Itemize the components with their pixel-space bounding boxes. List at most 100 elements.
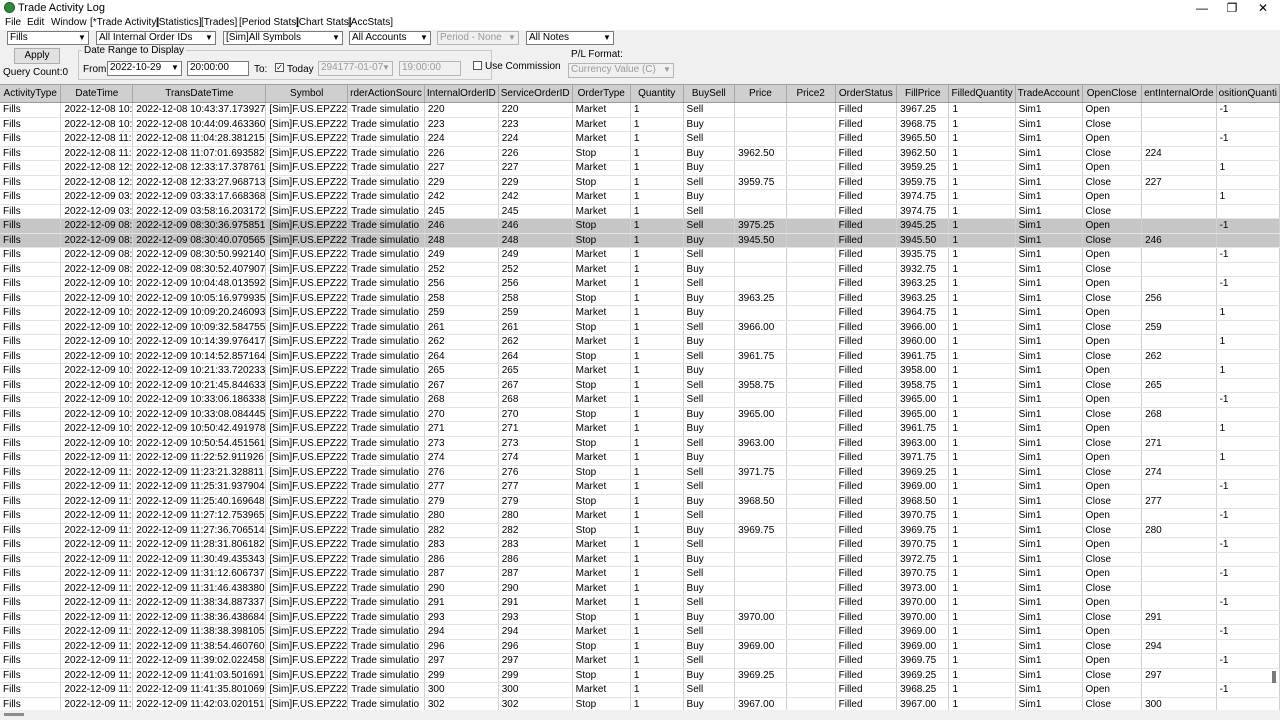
table-row[interactable]: Fills 2022-12-09 08: 2022-12-09 08:30:36.9…: [0, 218, 1280, 234]
column-header-filledquantity[interactable]: FilledQuantity: [948, 85, 1016, 103]
table-row[interactable]: Fills 2022-12-09 11: 2022-12-09 11:38:38.3…: [0, 624, 1280, 640]
table-row[interactable]: Fills 2022-12-09 11: 2022-12-09 11:27:36.7…: [0, 523, 1280, 538]
table-row[interactable]: Fills 2022-12-09 11: 2022-12-09 11:31:12.6…: [0, 566, 1280, 582]
column-header-activitytype[interactable]: ActivityType: [0, 85, 62, 103]
table-row[interactable]: Fills 2022-12-09 08: 2022-12-09 08:30:40.0…: [0, 233, 1280, 248]
column-header-orderstatus[interactable]: OrderStatus: [835, 85, 898, 103]
to-time-input[interactable]: 19:00:00: [399, 61, 461, 76]
table-row[interactable]: Fills 2022-12-08 12: 2022-12-08 12:33:27.9…: [0, 175, 1280, 190]
menu-window[interactable]: Window: [51, 17, 87, 28]
table-row[interactable]: Fills 2022-12-09 10: 2022-12-09 10:04:48.0…: [0, 276, 1280, 292]
table-row[interactable]: Fills 2022-12-09 11: 2022-12-09 11:39:02.0…: [0, 653, 1280, 669]
minimize-button[interactable]: —: [1187, 0, 1217, 16]
column-header-price[interactable]: Price: [734, 85, 787, 103]
column-header-parentinternalorderid[interactable]: entInternalOrde: [1141, 85, 1217, 103]
table-row[interactable]: Fills 2022-12-09 11: 2022-12-09 11:27:12.7…: [0, 508, 1280, 524]
menu-chart-stats[interactable]: [Chart Stats]: [296, 17, 352, 28]
table-row[interactable]: Fills 2022-12-09 10: 2022-12-09 10:14:52.8…: [0, 349, 1280, 364]
table-row[interactable]: Fills 2022-12-09 11: 2022-12-09 11:42:03.0…: [0, 697, 1280, 711]
table-row[interactable]: Fills 2022-12-08 11: 2022-12-08 11:07:01.6…: [0, 146, 1280, 161]
table-row[interactable]: Fills 2022-12-08 11: 2022-12-08 11:04:28.3…: [0, 131, 1280, 147]
table-row[interactable]: Fills 2022-12-09 11: 2022-12-09 11:38:54.4…: [0, 639, 1280, 654]
close-button[interactable]: ✕: [1248, 0, 1278, 16]
order-id-select[interactable]: All Internal Order IDs ▼: [96, 31, 216, 45]
table-row[interactable]: Fills 2022-12-09 11: 2022-12-09 11:38:34.8…: [0, 595, 1280, 611]
table-row[interactable]: Fills 2022-12-09 10: 2022-12-09 10:33:08.0…: [0, 407, 1280, 422]
column-header-fillprice[interactable]: FillPrice: [896, 85, 950, 103]
table-row[interactable]: Fills 2022-12-09 10: 2022-12-09 10:14:39.9…: [0, 334, 1280, 350]
apply-button[interactable]: Apply: [14, 48, 60, 64]
cell-quantity: 1: [630, 204, 684, 219]
horizontal-scrollbar-thumb[interactable]: [4, 713, 24, 716]
table-row[interactable]: Fills 2022-12-09 03: 2022-12-09 03:33:17.6…: [0, 189, 1280, 205]
column-header-transdatetime[interactable]: TransDateTime: [132, 85, 267, 103]
activity-type-select[interactable]: Fills ▼: [7, 31, 89, 45]
column-header-serviceorderid[interactable]: ServiceOrderID: [498, 85, 573, 103]
notes-select[interactable]: All Notes ▼: [526, 31, 614, 45]
column-header-ordertype[interactable]: OrderType: [572, 85, 631, 103]
cell-quantity: 1: [630, 262, 684, 277]
column-header-quantity[interactable]: Quantity: [630, 85, 684, 103]
cell-filledquantity: 1: [948, 552, 1016, 567]
menu-trade-activity[interactable]: [*Trade Activity]: [90, 17, 159, 28]
table-row[interactable]: Fills 2022-12-09 11: 2022-12-09 11:22:52.9…: [0, 450, 1280, 466]
from-date-input[interactable]: 2022-10-29 ▼: [107, 61, 182, 76]
period-select[interactable]: Period - None ▼: [437, 31, 519, 45]
cell-price2: [786, 117, 836, 132]
table-row[interactable]: Fills 2022-12-09 11: 2022-12-09 11:31:46.4…: [0, 581, 1280, 596]
column-header-tradeaccount[interactable]: TradeAccount: [1015, 85, 1083, 103]
table-row[interactable]: Fills 2022-12-09 11: 2022-12-09 11:25:31.9…: [0, 479, 1280, 495]
from-time-input[interactable]: 20:00:00: [187, 61, 249, 76]
table-row[interactable]: Fills 2022-12-09 11: 2022-12-09 11:41:03.5…: [0, 668, 1280, 683]
to-date-input[interactable]: 294177-01-07 ▼: [318, 61, 393, 76]
table-row[interactable]: Fills 2022-12-09 10: 2022-12-09 10:50:54.4…: [0, 436, 1280, 451]
table-row[interactable]: Fills 2022-12-09 11: 2022-12-09 11:28:31.8…: [0, 537, 1280, 553]
column-header-positionquantity[interactable]: ositionQuanti: [1216, 85, 1280, 103]
table-row[interactable]: Fills 2022-12-09 11: 2022-12-09 11:41:35.8…: [0, 682, 1280, 698]
table-row[interactable]: Fills 2022-12-08 10: 2022-12-08 10:44:09.4…: [0, 117, 1280, 132]
today-checkbox[interactable]: ✓: [275, 63, 284, 72]
table-row[interactable]: Fills 2022-12-09 10: 2022-12-09 10:05:16.9…: [0, 291, 1280, 306]
menu-file[interactable]: File: [5, 17, 21, 28]
table-row[interactable]: Fills 2022-12-09 11: 2022-12-09 11:25:40.1…: [0, 494, 1280, 509]
column-header-price2[interactable]: Price2: [786, 85, 836, 103]
table-row[interactable]: Fills 2022-12-09 08: 2022-12-09 08:30:50.9…: [0, 247, 1280, 263]
column-header-orderactionsource[interactable]: rderActionSourc: [347, 85, 425, 103]
table-row[interactable]: Fills 2022-12-08 12: 2022-12-08 12:33:17.3…: [0, 160, 1280, 176]
table-row[interactable]: Fills 2022-12-09 11: 2022-12-09 11:38:36.4…: [0, 610, 1280, 625]
table-row[interactable]: Fills 2022-12-09 11: 2022-12-09 11:23:21.3…: [0, 465, 1280, 480]
account-select[interactable]: All Accounts ▼: [349, 31, 431, 45]
menu-edit[interactable]: Edit: [27, 17, 44, 28]
table-row[interactable]: Fills 2022-12-09 10: 2022-12-09 10:21:33.7…: [0, 363, 1280, 379]
maximize-button[interactable]: ❐: [1217, 0, 1247, 16]
table-row[interactable]: Fills 2022-12-09 10: 2022-12-09 10:33:06.1…: [0, 392, 1280, 408]
cell-openclose: Open: [1082, 276, 1143, 292]
menu-statistics[interactable]: [Statistics]: [156, 17, 202, 28]
column-header-internalorderid[interactable]: InternalOrderID: [424, 85, 499, 103]
use-commission-checkbox[interactable]: [473, 61, 482, 70]
symbol-select[interactable]: [Sim]All Symbols ▼: [223, 31, 343, 45]
table-row[interactable]: Fills 2022-12-09 10: 2022-12-09 10:09:20.2…: [0, 305, 1280, 321]
cell-symbol: [Sim]F.US.EPZ22: [265, 450, 349, 466]
menu-period-stats[interactable]: [Period Stats]: [239, 17, 299, 28]
table-row[interactable]: Fills 2022-12-09 08: 2022-12-09 08:30:52.4…: [0, 262, 1280, 277]
column-header-openclose[interactable]: OpenClose: [1082, 85, 1143, 103]
table-row[interactable]: Fills 2022-12-09 11: 2022-12-09 11:30:49.4…: [0, 552, 1280, 567]
table-row[interactable]: Fills 2022-12-09 10: 2022-12-09 10:50:42.4…: [0, 421, 1280, 437]
to-date-value: 294177-01-07: [321, 62, 384, 73]
table-row[interactable]: Fills 2022-12-09 03: 2022-12-09 03:58:16.2…: [0, 204, 1280, 219]
table-row[interactable]: Fills 2022-12-09 10: 2022-12-09 10:09:32.5…: [0, 320, 1280, 335]
column-header-symbol[interactable]: Symbol: [265, 85, 349, 103]
cell-openclose: Open: [1082, 624, 1143, 640]
table-row[interactable]: Fills 2022-12-09 10: 2022-12-09 10:21:45.8…: [0, 378, 1280, 393]
table-row[interactable]: Fills 2022-12-08 10: 2022-12-08 10:43:37.1…: [0, 102, 1280, 118]
cell-tradeaccount: Sim1: [1015, 668, 1083, 683]
menu-trades[interactable]: [Trades]: [201, 17, 237, 28]
trade-activity-grid[interactable]: ActivityType DateTime TransDateTime Symbol r…: [0, 84, 1280, 711]
menu-accstats[interactable]: [AccStats]: [348, 17, 393, 28]
cell-buysell: Buy: [683, 363, 736, 379]
vertical-scrollbar-thumb[interactable]: [1272, 671, 1276, 683]
column-header-datetime[interactable]: DateTime: [60, 85, 134, 103]
column-header-buysell[interactable]: BuySell: [683, 85, 736, 103]
pl-format-select[interactable]: Currency Value (C) ▼: [568, 63, 674, 78]
